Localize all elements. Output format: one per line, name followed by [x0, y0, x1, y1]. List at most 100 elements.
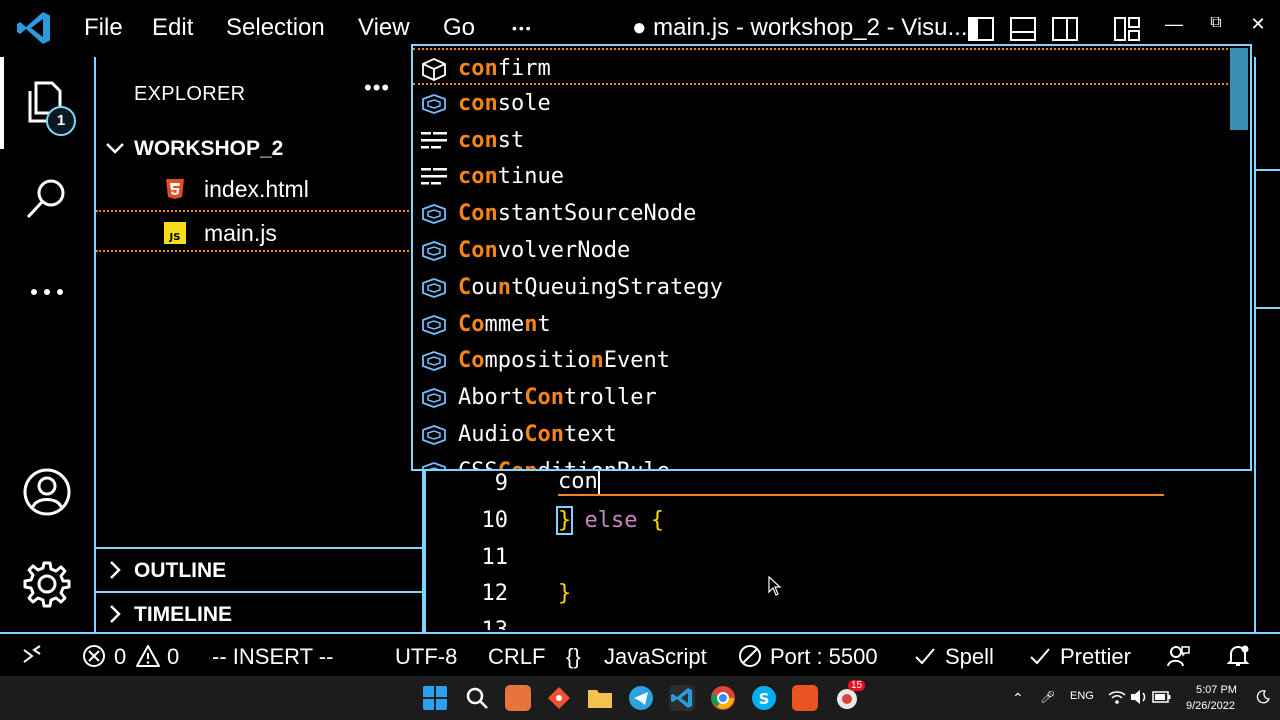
warning-icon[interactable]	[136, 644, 160, 668]
folder-workshop-2[interactable]: WORKSHOP_2	[96, 129, 422, 169]
close-button[interactable]: ✕	[1246, 14, 1270, 35]
menu-more-button[interactable]: •••	[512, 20, 533, 36]
outline-label: OUTLINE	[134, 559, 227, 582]
keyword-icon	[421, 131, 447, 149]
app-tile-icon[interactable]	[505, 685, 531, 711]
code-line-10[interactable]: } else {	[555, 506, 664, 535]
volume-icon[interactable]	[1130, 689, 1148, 705]
eol-selector[interactable]: CRLF	[488, 644, 545, 670]
suggestion-label: AbortController	[458, 385, 657, 411]
suggest-scrollbar-thumb[interactable]	[1230, 48, 1248, 130]
input-language[interactable]: ENG	[1070, 690, 1094, 702]
line-number: 13	[426, 618, 509, 630]
editor-scrollbar[interactable]	[1254, 57, 1280, 632]
timeline-section[interactable]: TIMELINE	[96, 591, 422, 633]
file-main-js[interactable]: JS main.js	[96, 210, 416, 252]
chevron-right-icon	[110, 561, 121, 579]
live-server-port[interactable]: Port : 5500	[770, 644, 878, 670]
svg-text:S: S	[759, 690, 770, 708]
suggestion-item[interactable]: continue	[413, 158, 1228, 195]
explorer-more-button[interactable]: •••	[364, 75, 390, 101]
customize-layout-icon[interactable]	[1112, 14, 1142, 44]
checkmark-icon[interactable]	[1028, 644, 1052, 668]
git-app-icon[interactable]	[546, 685, 572, 711]
typed-text: con	[558, 469, 598, 494]
tray-chevron-up-icon[interactable]: ⌃	[1012, 690, 1024, 707]
restore-button[interactable]: ⧉	[1204, 14, 1228, 32]
menu-file[interactable]: File	[84, 14, 123, 42]
feedback-icon[interactable]	[1166, 644, 1190, 668]
prettier-status[interactable]: Prettier	[1060, 644, 1131, 670]
suggestion-item[interactable]: Comment	[413, 306, 1228, 343]
svg-text:JS: JS	[169, 232, 181, 243]
clock-date[interactable]: 9/26/2022	[1186, 700, 1235, 712]
error-count[interactable]: 0	[114, 644, 126, 670]
battery-icon[interactable]	[1152, 690, 1172, 704]
chevron-right-icon	[110, 605, 121, 623]
outline-section[interactable]: OUTLINE	[96, 549, 422, 591]
telegram-icon[interactable]	[628, 685, 654, 711]
accounts-icon[interactable]	[22, 467, 72, 517]
suggestion-item[interactable]: confirm	[413, 48, 1228, 85]
timeline-label: TIMELINE	[134, 603, 232, 626]
suggestion-label: console	[458, 90, 551, 116]
microphone-icon[interactable]: 🎤︎	[1040, 690, 1055, 704]
suggestion-item[interactable]: const	[413, 122, 1228, 159]
clock-time[interactable]: 5:07 PM	[1196, 684, 1237, 696]
file-explorer-icon[interactable]	[587, 685, 613, 711]
menu-view[interactable]: View	[358, 14, 410, 42]
minimize-button[interactable]: —	[1162, 14, 1186, 35]
wifi-icon[interactable]	[1108, 689, 1126, 705]
search-icon[interactable]	[22, 173, 72, 223]
settings-gear-icon[interactable]	[22, 559, 72, 609]
mouse-cursor-icon	[768, 576, 782, 596]
toggle-secondary-sidebar-icon[interactable]	[1050, 14, 1080, 44]
suggestion-item[interactable]: AudioContext	[413, 416, 1228, 453]
suggestion-item[interactable]: CountQueuingStrategy	[413, 269, 1228, 306]
menu-selection[interactable]: Selection	[226, 14, 325, 42]
focus-moon-icon[interactable]	[1256, 690, 1270, 704]
suggestion-label: continue	[458, 164, 564, 190]
suggestion-item[interactable]: CompositionEvent	[413, 342, 1228, 379]
chrome-icon[interactable]	[710, 685, 736, 711]
toggle-panel-icon[interactable]	[1008, 14, 1038, 44]
autocomplete-suggestions[interactable]: confirm console const continue ConstantSourc…	[411, 44, 1252, 471]
ubuntu-icon[interactable]	[792, 685, 818, 711]
suggestion-item[interactable]: ConstantSourceNode	[413, 195, 1228, 232]
notifications-bell-icon[interactable]	[1226, 644, 1250, 668]
braces-icon[interactable]: {}	[566, 644, 581, 670]
file-index-html[interactable]: index.html	[96, 168, 416, 210]
explorer-sidebar: EXPLORER ••• WORKSHOP_2 index.html JS ma…	[94, 57, 424, 632]
suggestion-item[interactable]: AbortController	[413, 379, 1228, 416]
suggestion-label: confirm	[458, 56, 551, 81]
error-icon[interactable]	[82, 644, 106, 668]
suggestion-item[interactable]: ConvolverNode	[413, 232, 1228, 269]
spell-check-status[interactable]: Spell	[945, 644, 994, 670]
open-brace: {	[650, 508, 664, 533]
file-label: index.html	[204, 176, 309, 202]
remote-indicator-icon[interactable]	[20, 644, 44, 668]
taskbar-search-icon[interactable]	[464, 685, 490, 711]
suggestion-label: ConvolverNode	[458, 238, 631, 263]
code-line-12[interactable]: }	[558, 581, 571, 606]
suggestion-item[interactable]: CSSConditionRule	[413, 453, 1228, 469]
language-selector[interactable]: JavaScript	[604, 644, 707, 670]
code-line-9[interactable]: con	[558, 469, 1164, 496]
windows-start-icon[interactable]	[422, 685, 448, 711]
vscode-taskbar-icon[interactable]	[669, 685, 695, 711]
port-block-icon[interactable]	[738, 644, 762, 668]
explorer-badge: 1	[46, 106, 76, 136]
warning-count[interactable]: 0	[167, 644, 179, 670]
menu-go[interactable]: Go	[443, 14, 475, 42]
more-views-icon[interactable]	[22, 267, 72, 317]
scrollbar-thumb[interactable]	[1256, 169, 1280, 309]
toggle-primary-sidebar-icon[interactable]	[966, 14, 996, 44]
skype-icon[interactable]: S	[751, 685, 777, 711]
encoding-selector[interactable]: UTF-8	[395, 644, 457, 670]
activity-bar	[0, 57, 94, 632]
menu-edit[interactable]: Edit	[152, 14, 193, 42]
chevron-down-icon	[106, 143, 124, 154]
status-bar: 0 0 -- INSERT -- UTF-8 CRLF {} JavaScrip…	[0, 632, 1280, 676]
suggestion-item[interactable]: console	[413, 85, 1228, 122]
checkmark-icon[interactable]	[913, 644, 937, 668]
